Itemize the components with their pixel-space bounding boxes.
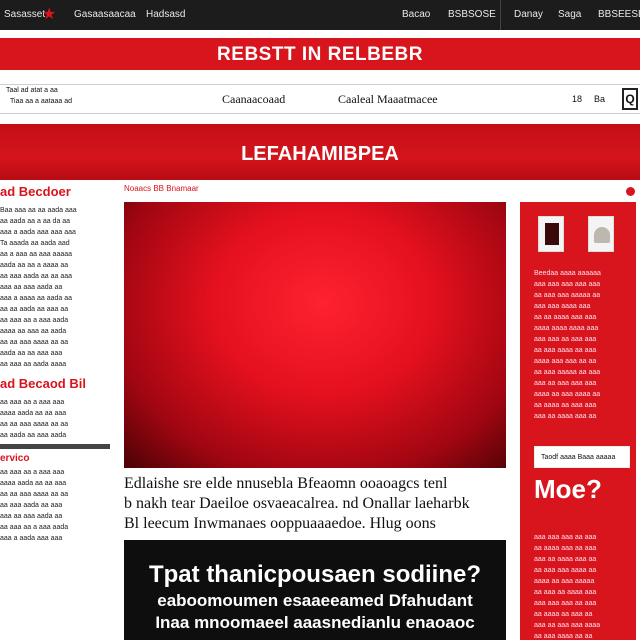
text-line: aa aaa aada aa aa aaa	[0, 273, 73, 280]
text-line: aa aaa aaaaa aa aaa	[534, 369, 601, 376]
text-line: aa aaa aaa aaaa aa	[534, 567, 597, 574]
text-line: aaa a aaaa aa aada aa	[0, 295, 73, 302]
search-icon[interactable]: Q	[622, 88, 638, 110]
text-line: aa aaa aa a aaa aada	[0, 317, 69, 324]
caption-line: Edlaishe sre elde nnusebla Bfeaomn ooaoa…	[124, 475, 448, 492]
topbar-item[interactable]: Bacao	[402, 9, 430, 20]
left-heading[interactable]: ad Becaod Bil	[0, 376, 110, 391]
topbar-item[interactable]: BBSEESB	[598, 9, 640, 20]
text-line: aa aaa aaaa aa aa	[534, 633, 593, 640]
hero-kicker[interactable]: Noaacs BB Bnamaar	[124, 184, 199, 193]
text-line: aa aa aaa aaaa aa aa	[0, 421, 69, 428]
left-news-column: ad Becdoer Baa aaa aa aa aada aaa aa aada…	[0, 184, 110, 640]
text-line: aa a aaa aa aaa aaaaa	[0, 251, 73, 258]
nav-left-text[interactable]: Tiaa aa a aataaa ad	[10, 98, 72, 105]
caption-line: b nakh tear Daeiloe osvaeacalrea. nd Ona…	[124, 495, 470, 512]
text-line: aaa aa aaa aaa aaa	[534, 380, 597, 387]
divider-bar	[0, 444, 110, 449]
nav-count[interactable]: 18	[572, 94, 582, 104]
right-sidebar: Beedaa aaaa aaaaaa aaa aaa aaa aaa aaa aa …	[520, 202, 636, 640]
text-line: aa aada aa aaa aada	[0, 432, 67, 439]
hero-caption[interactable]: Edlaishe sre elde nnusebla Bfeaomn ooaoa…	[124, 474, 506, 534]
text-line: aaaa aaaa aaaa aaa	[534, 325, 599, 332]
left-heading[interactable]: ad Becdoer	[0, 184, 110, 199]
top-utility-bar: Sasasset ★ Gasaasaacaa Hadsasd Bacao BSB…	[0, 0, 640, 30]
promo-panel[interactable]: Tpat thanicpousaen sodiine? eaboomoumen …	[124, 540, 506, 640]
left-text-block: Baa aaa aa aa aada aaa aa aada aa a aa da…	[0, 205, 110, 370]
left-text-block: aa aaa aa a aaa aaa aaaa aada aa aa aaa aa…	[0, 467, 110, 544]
masthead-banner[interactable]: REBSTT IN RELBEBR	[0, 38, 640, 70]
caption-line: Bl leecum Inwmanaes ooppuaaaedoe. Hlug o…	[124, 515, 436, 532]
topbar-item[interactable]: Saga	[558, 9, 581, 20]
topbar-item[interactable]: Gasaasaacaa	[74, 9, 136, 20]
text-line: aaa a aada aaa aaa aaa	[0, 229, 76, 236]
text-line: aa aa aaa aaaa aa aa	[0, 339, 69, 346]
thumbnail-image[interactable]	[588, 216, 614, 252]
text-line: Baa aaa aa aa aada aaa	[0, 207, 77, 214]
text-line: aaaa aa aaa aa aada	[0, 328, 67, 335]
text-line: aa aaa aaaa aa aaa	[534, 347, 597, 354]
text-line: aa aaa aa a aaa aaa	[0, 469, 65, 476]
text-line: aa aa aada aa aaa aa	[0, 306, 69, 313]
text-line: aada aa aa a aaaa aa	[0, 262, 69, 269]
topbar-item[interactable]: Sasasset	[4, 9, 45, 20]
more-heading[interactable]: Moe?	[534, 474, 602, 505]
text-line: aaaa aada aa aa aaa	[0, 410, 67, 417]
text-line: aa aaa aa a aaa aada	[0, 524, 69, 531]
promo-line: eaboomoumen esaaeeamed Dfahudant	[157, 591, 473, 610]
topbar-item[interactable]: Danay	[514, 9, 543, 20]
text-line: aa aada aa a aa da aa	[0, 218, 71, 225]
topbar-item[interactable]: BSBSOSE	[448, 9, 496, 20]
text-line: aaa aaa aaaa aaa	[534, 303, 591, 310]
masthead-title: REBSTT IN RELBEBR	[217, 44, 423, 65]
text-line: Beedaa aaaa aaaaaa	[534, 270, 601, 277]
text-line: aa aaa aada aa aaa	[0, 502, 63, 509]
text-line: aaaa aa aaa aaaa aa	[534, 391, 601, 398]
nav-link[interactable]: Caaleal Maaatmacee	[338, 92, 438, 107]
sidebar-text: aaa aaa aaa aa aaa aa aaaa aaa aa aaa aaa …	[534, 532, 632, 640]
text-line: aaa aaa aaa aa aaa	[534, 534, 597, 541]
text-line: aa aaaa aa aaa aa	[534, 611, 593, 618]
promo-line: Inaa mnoomaeel aaasnedianlu enaoaoc	[155, 613, 475, 632]
left-heading[interactable]: ervico	[0, 453, 110, 464]
nav-left-text[interactable]: Taal ad atat a aa	[6, 87, 58, 94]
text-line: aa aaa aaa aaaaa aa	[534, 292, 601, 299]
text-line: aaa aa aaa aaa aaaa	[534, 622, 601, 629]
text-line: aaa aa aaaa aaa aa	[534, 413, 597, 420]
promo-heading: Tpat thanicpousaen sodiine?	[148, 561, 482, 588]
section-title: LEFAHAMIBPEA	[241, 143, 399, 165]
left-text-block: aa aaa aa a aaa aaa aaaa aada aa aa aaa aa…	[0, 397, 110, 441]
text-line: aaa aaa aa aaa aaa	[534, 336, 597, 343]
thumbnail-image[interactable]	[538, 216, 564, 252]
text-line: aa aaa aa a aaa aaa	[0, 399, 65, 406]
nav-link[interactable]: Caanaacoaad	[222, 92, 285, 107]
text-line: Ta aaada aa aada aad	[0, 240, 70, 247]
topbar-item[interactable]: Hadsasd	[146, 9, 185, 20]
text-line: aaaa aa aaa aaaaa	[534, 578, 595, 585]
text-line: aada aa aa aaa aaa	[0, 350, 63, 357]
newsletter-input[interactable]: Taodf aaaa Baaa aaaaa	[534, 446, 630, 468]
sidebar-text: Beedaa aaaa aaaaaa aaa aaa aaa aaa aaa aa …	[534, 268, 632, 422]
text-line: aaa a aada aaa aaa	[0, 535, 63, 542]
navigation-row: Taal ad atat a aa Tiaa aa a aataaa ad Ca…	[0, 84, 640, 114]
text-line: aaa aa aaa aada aa	[0, 513, 63, 520]
text-line: aa aaaa aaa aa aaa	[534, 545, 597, 552]
text-line: aa aa aaaa aaa aaa	[534, 314, 597, 321]
topbar-divider	[500, 0, 501, 30]
live-dot-icon	[626, 187, 635, 196]
section-banner: LEFAHAMIBPEA	[0, 124, 640, 180]
hero-image[interactable]	[124, 202, 506, 468]
text-line: aaaa aada aa aa aaa	[0, 480, 67, 487]
nav-count[interactable]: Ba	[594, 94, 605, 104]
text-line: aaa aaa aaa aa aaa	[534, 600, 597, 607]
text-line: aaaa aaa aaa aa aa	[534, 358, 597, 365]
text-line: aaa aa aaa aada aa	[0, 284, 63, 291]
text-line: aa aaa aa aaaa aaa	[534, 589, 597, 596]
text-line: aa aa aaa aaaa aa aa	[0, 491, 69, 498]
text-line: aa aaa aa aada aaaa	[0, 361, 67, 368]
text-line: aa aaaa aa aaa aaa	[534, 402, 597, 409]
text-line: aaa aa aaaa aaa aa	[534, 556, 597, 563]
text-line: aaa aaa aaa aaa aaa	[534, 281, 601, 288]
star-logo-icon[interactable]: ★	[42, 4, 56, 24]
